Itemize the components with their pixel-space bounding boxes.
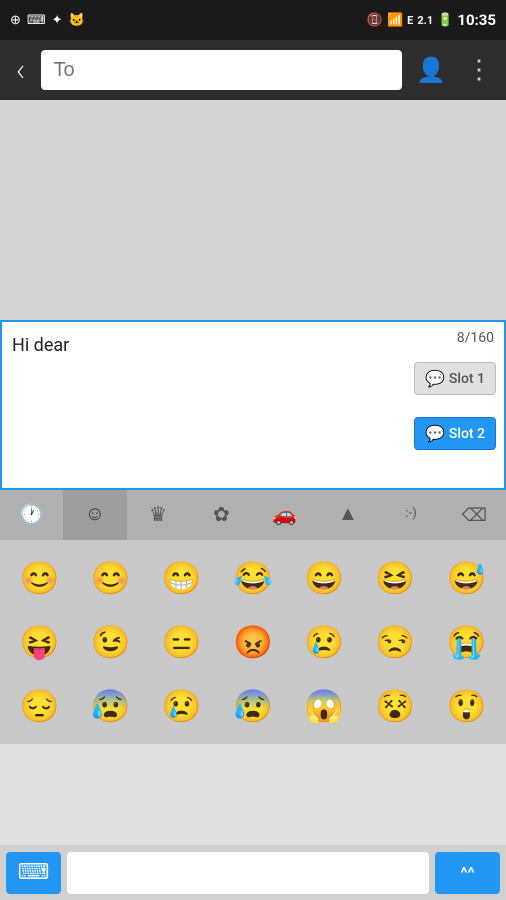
slot1-icon: 💬	[425, 369, 445, 388]
emoji-grinning[interactable]: 😊	[77, 548, 144, 608]
emoji-astonished[interactable]: 😲	[433, 676, 500, 736]
emoji-smiling-face[interactable]: 😊	[6, 548, 73, 608]
up-label: ^^	[460, 863, 474, 882]
keyboard-toggle-icon: ⌨	[18, 860, 50, 885]
bottom-text-input[interactable]	[67, 852, 429, 894]
emoji-anguished[interactable]: 😰	[219, 676, 286, 736]
wifi-icon: 📶	[387, 13, 403, 28]
more-menu-button[interactable]: ⋮	[460, 49, 498, 91]
message-area	[0, 100, 506, 320]
emoji-unamused[interactable]: 😒	[362, 612, 429, 672]
scroll-up-button[interactable]: ^^	[435, 852, 500, 894]
slot1-button[interactable]: 💬 Slot 1	[414, 362, 496, 395]
alarm-icon: ⊕	[10, 13, 21, 28]
emoji-satisfied[interactable]: 😆	[362, 548, 429, 608]
status-icons-right: 📵 📶 E 2.1 🔋 10:35	[367, 11, 496, 29]
emoji-dizzy[interactable]: 😵	[362, 676, 429, 736]
status-icons-left: ⊕ ⌨ ✦ 🐱	[10, 13, 85, 28]
emoji-grid: 😊 😊 😁 😂 😄 😆 😅 😝 😉 😑 😡 😢 😒 😭 😔 😰 😢 😰 😱 😵 …	[0, 540, 506, 744]
backspace-button[interactable]: ⌫	[443, 490, 506, 540]
time-display: 10:35	[457, 11, 496, 29]
emoji-stuck-out-tongue[interactable]: 😝	[6, 612, 73, 672]
emoji-grin[interactable]: 😄	[291, 548, 358, 608]
tab-recent[interactable]: 🕐	[0, 490, 63, 540]
tab-crown[interactable]: ♛	[127, 490, 190, 540]
signal-icon: 📵	[367, 13, 383, 28]
emoji-crying[interactable]: 😢	[291, 612, 358, 672]
emoji-big-grin[interactable]: 😁	[148, 548, 215, 608]
tab-triangle[interactable]: ▲	[316, 490, 379, 540]
contact-icon[interactable]: 👤	[410, 49, 452, 91]
emoji-cold-sweat[interactable]: 😰	[77, 676, 144, 736]
top-bar: ‹ 👤 ⋮	[0, 40, 506, 100]
back-icon: ‹	[16, 51, 25, 89]
battery-icon: 🔋	[437, 13, 453, 28]
person-icon: 👤	[416, 56, 446, 84]
slot2-icon: 💬	[425, 424, 445, 443]
emoji-angry[interactable]: 😡	[219, 612, 286, 672]
tab-emoticon[interactable]: :-)	[380, 490, 443, 540]
compose-box[interactable]: 8/160 Hi dear 💬 Slot 1 💬 Slot 2	[0, 320, 506, 490]
keyboard-toggle-button[interactable]: ⌨	[6, 852, 61, 894]
usb-icon: ✦	[52, 13, 63, 28]
slot1-label: Slot 1	[449, 371, 485, 387]
emoji-scream[interactable]: 😱	[291, 676, 358, 736]
emoji-sad-tears[interactable]: 😢	[148, 676, 215, 736]
emoji-sweat-smile[interactable]: 😅	[433, 548, 500, 608]
to-input[interactable]	[41, 50, 402, 90]
keyboard-icon: ⌨	[27, 13, 46, 28]
data-icon: E	[407, 14, 413, 27]
character-counter: 8/160	[457, 330, 494, 346]
compose-text[interactable]: Hi dear	[12, 332, 384, 359]
tab-car[interactable]: 🚗	[253, 490, 316, 540]
emoji-pensive[interactable]: 😔	[6, 676, 73, 736]
bottom-bar: ⌨ ^^	[0, 845, 506, 900]
emoji-wink[interactable]: 😉	[77, 612, 144, 672]
slot2-label: Slot 2	[449, 426, 485, 442]
back-button[interactable]: ‹	[8, 43, 33, 97]
emoji-expressionless[interactable]: 😑	[148, 612, 215, 672]
status-bar: ⊕ ⌨ ✦ 🐱 📵 📶 E 2.1 🔋 10:35	[0, 0, 506, 40]
tab-emoji[interactable]: ☺	[63, 490, 126, 540]
emoji-laughing-tears[interactable]: 😂	[219, 548, 286, 608]
slot2-button[interactable]: 💬 Slot 2	[414, 417, 496, 450]
keyboard-tabs: 🕐 ☺ ♛ ✿ 🚗 ▲ :-) ⌫	[0, 490, 506, 540]
tab-flower[interactable]: ✿	[190, 490, 253, 540]
cat-icon: 🐱	[69, 13, 85, 28]
dots-icon: ⋮	[466, 55, 492, 85]
network-icon: 2.1	[417, 14, 433, 27]
emoji-sobbing[interactable]: 😭	[433, 612, 500, 672]
